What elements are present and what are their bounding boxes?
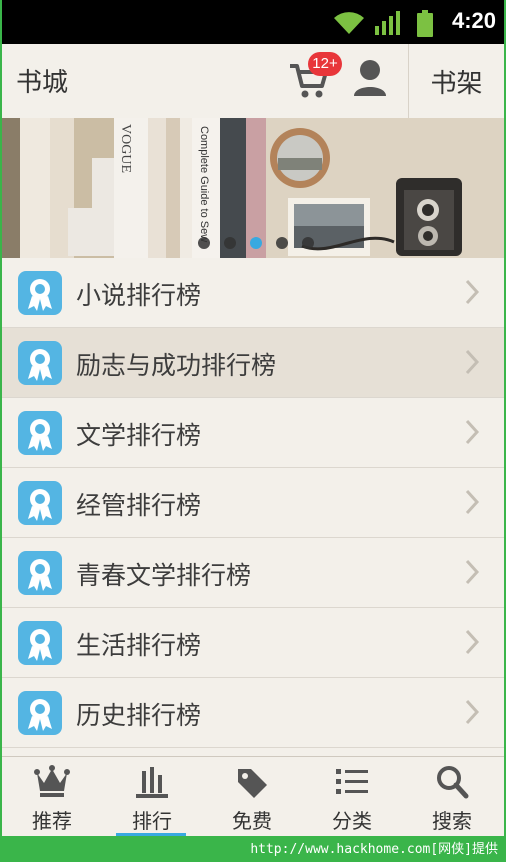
- bottom-tab-bar: 推荐 排行 免费 分类 搜索: [2, 756, 504, 836]
- rank-list: 小说排行榜 励志与成功排行榜 文学排行榜 经管排行榜 青春文学排行榜 生活排行榜…: [2, 258, 504, 802]
- list-item[interactable]: 小说排行榜: [2, 258, 504, 328]
- chevron-right-icon: [465, 419, 480, 445]
- award-ribbon-icon: [18, 411, 62, 455]
- list-item[interactable]: 励志与成功排行榜: [2, 328, 504, 398]
- carousel-dot[interactable]: [276, 237, 288, 249]
- tab-free[interactable]: 免费: [202, 757, 302, 836]
- list-item-label: 经管排行榜: [76, 491, 202, 520]
- list-item-label: 青春文学排行榜: [76, 561, 252, 590]
- cart-count-badge: 12+: [308, 52, 342, 76]
- list-item[interactable]: 文学排行榜: [2, 398, 504, 468]
- tag-icon: [238, 769, 267, 798]
- award-ribbon-icon: [18, 271, 62, 315]
- list-item-label: 文学排行榜: [76, 421, 202, 450]
- tab-recommend[interactable]: 推荐: [2, 757, 102, 836]
- status-time: 4:20: [451, 8, 496, 33]
- award-ribbon-icon: [18, 621, 62, 665]
- bookshelf-button[interactable]: 书架: [409, 44, 504, 118]
- list-item-label: 小说排行榜: [76, 281, 202, 310]
- award-ribbon-icon: [18, 691, 62, 735]
- chevron-right-icon: [465, 559, 480, 585]
- award-ribbon-icon: [18, 341, 62, 385]
- carousel-dot[interactable]: [302, 237, 314, 249]
- tab-label: 分类: [332, 809, 372, 833]
- tab-search[interactable]: 搜索: [402, 757, 502, 836]
- carousel-dot[interactable]: [198, 237, 210, 249]
- tab-label: 排行: [132, 809, 172, 833]
- carousel-dot[interactable]: [224, 237, 236, 249]
- page-title: 书城: [16, 68, 69, 98]
- chevron-right-icon: [465, 629, 480, 655]
- carousel-indicator: [198, 237, 314, 249]
- wifi-icon: [334, 12, 364, 34]
- list-item[interactable]: 青春文学排行榜: [2, 538, 504, 608]
- list-item-label: 励志与成功排行榜: [76, 351, 277, 380]
- tab-label: 推荐: [32, 809, 72, 833]
- status-bar: 4:20: [2, 0, 504, 44]
- crown-icon: [34, 765, 70, 797]
- search-icon: [437, 766, 469, 799]
- award-ribbon-icon: [18, 551, 62, 595]
- user-icon: [354, 60, 386, 96]
- book-spine-guide: Complete Guide to Sew: [198, 126, 210, 242]
- chevron-right-icon: [465, 279, 480, 305]
- book-spine-vogue: VOGUE: [118, 124, 133, 173]
- list-item[interactable]: 生活排行榜: [2, 608, 504, 678]
- bar-chart-icon: [136, 767, 168, 798]
- screen: 4:20 书城 12+ 书架 VOGUE Complete Guide to S…: [2, 0, 504, 836]
- app-header: 书城 12+ 书架: [2, 44, 504, 119]
- cart-button[interactable]: 12+: [288, 52, 342, 100]
- active-tab-indicator: [116, 833, 186, 836]
- list-item-label: 生活排行榜: [76, 631, 202, 660]
- tab-label: 搜索: [432, 809, 472, 833]
- chevron-right-icon: [465, 489, 480, 515]
- list-icon: [336, 769, 368, 794]
- list-item[interactable]: 经管排行榜: [2, 468, 504, 538]
- list-item[interactable]: 历史排行榜: [2, 678, 504, 748]
- tab-ranking[interactable]: 排行: [102, 757, 202, 836]
- watermark: http://www.hackhome.com[网侠]提供: [250, 842, 498, 857]
- list-item-label: 历史排行榜: [76, 701, 202, 730]
- chevron-right-icon: [465, 699, 480, 725]
- user-button[interactable]: [352, 58, 388, 98]
- tab-category[interactable]: 分类: [302, 757, 402, 836]
- award-ribbon-icon: [18, 481, 62, 525]
- tab-label: 免费: [232, 809, 272, 833]
- carousel-dot-active[interactable]: [250, 237, 262, 249]
- signal-icon: [375, 11, 400, 35]
- chevron-right-icon: [465, 349, 480, 375]
- device-frame: 4:20 书城 12+ 书架 VOGUE Complete Guide to S…: [0, 0, 506, 862]
- battery-icon: [417, 10, 433, 37]
